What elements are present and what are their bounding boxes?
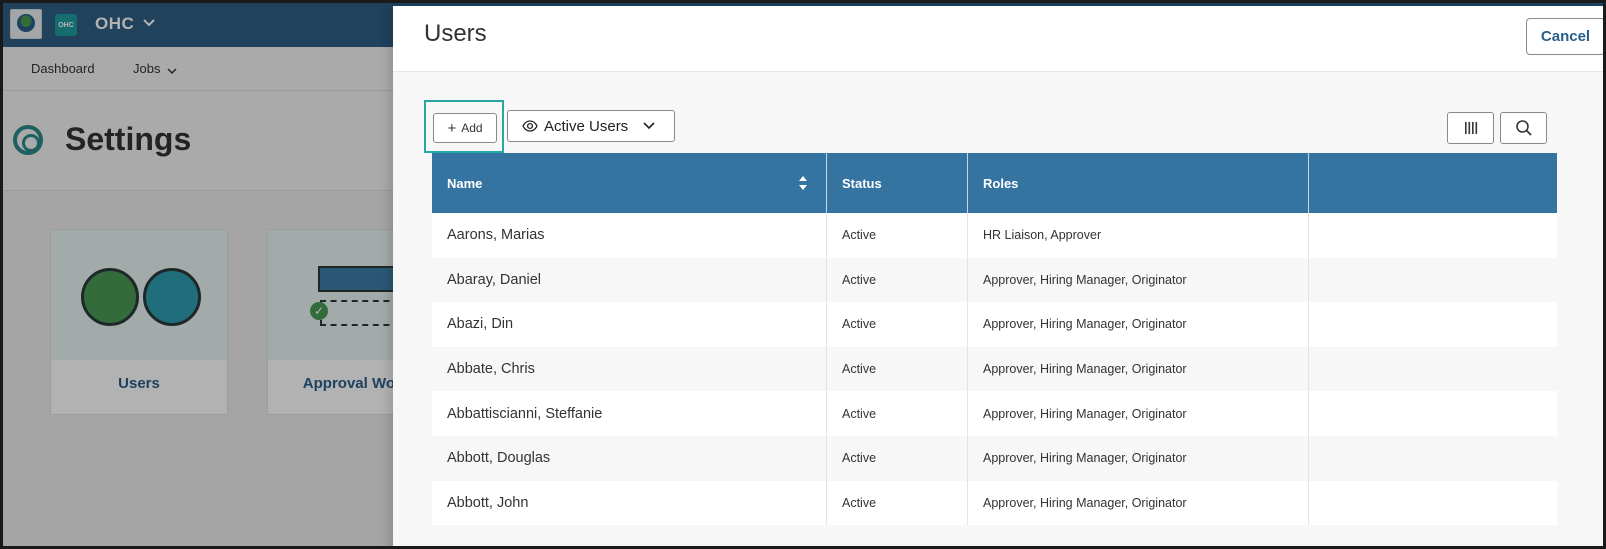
cell-status: Active xyxy=(827,435,968,481)
table-row[interactable]: Abaray, Daniel Active Approver, Hiring M… xyxy=(432,257,1557,303)
table-row[interactable]: Aarons, Marias Active HR Liaison, Approv… xyxy=(432,213,1557,258)
cell-empty xyxy=(1309,302,1557,347)
plus-icon: + xyxy=(447,119,457,137)
panel-title: Users xyxy=(424,20,487,47)
cell-name: Aarons, Marias xyxy=(432,213,827,258)
search-icon xyxy=(1515,120,1532,136)
cell-roles: Approver, Hiring Manager, Originator xyxy=(968,302,1309,347)
cell-empty xyxy=(1309,213,1557,258)
user-filter-dropdown[interactable]: Active Users xyxy=(507,110,675,142)
cell-status: Active xyxy=(827,480,968,526)
users-panel: Users Cancel + Add Active Users Name Sta… xyxy=(393,6,1603,546)
column-header-roles[interactable]: Roles xyxy=(968,153,1309,213)
columns-icon xyxy=(1464,122,1477,134)
cell-name: Abbate, Chris xyxy=(432,346,827,392)
table-row[interactable]: Abbate, Chris Active Approver, Hiring Ma… xyxy=(432,346,1557,392)
columns-button[interactable] xyxy=(1447,112,1494,144)
cell-roles: Approver, Hiring Manager, Originator xyxy=(968,435,1309,481)
column-header-name[interactable]: Name xyxy=(432,153,827,213)
cell-name: Abbattiscianni, Steffanie xyxy=(432,391,827,436)
table-row[interactable]: Abazi, Din Active Approver, Hiring Manag… xyxy=(432,302,1557,347)
cancel-button[interactable]: Cancel xyxy=(1526,18,1603,55)
cell-name: Abbott, John xyxy=(432,480,827,526)
column-header-status[interactable]: Status xyxy=(827,153,968,213)
cell-roles: HR Liaison, Approver xyxy=(968,213,1309,258)
cell-status: Active xyxy=(827,257,968,303)
cell-roles: Approver, Hiring Manager, Originator xyxy=(968,346,1309,392)
cell-status: Active xyxy=(827,302,968,347)
eye-icon xyxy=(522,120,538,132)
cell-roles: Approver, Hiring Manager, Originator xyxy=(968,257,1309,303)
table-row[interactable]: Abbott, Douglas Active Approver, Hiring … xyxy=(432,435,1557,481)
add-button-highlight: + Add xyxy=(424,100,504,153)
column-header-label: Status xyxy=(842,175,882,191)
search-button[interactable] xyxy=(1500,112,1547,144)
table-header: Name Status Roles xyxy=(432,153,1557,213)
users-table: Name Status Roles Aarons, Marias Active xyxy=(432,153,1557,526)
column-header-empty xyxy=(1309,153,1557,213)
cell-empty xyxy=(1309,258,1557,303)
cell-empty xyxy=(1309,347,1557,392)
cell-status: Active xyxy=(827,391,968,436)
cell-empty xyxy=(1309,436,1557,481)
cell-status: Active xyxy=(827,346,968,392)
cell-name: Abazi, Din xyxy=(432,302,827,347)
cell-roles: Approver, Hiring Manager, Originator xyxy=(968,480,1309,526)
cell-empty xyxy=(1309,391,1557,436)
sort-icon[interactable] xyxy=(798,175,808,191)
panel-header: Users Cancel xyxy=(393,6,1603,72)
screen-frame: OHC OHC Dashboard Jobs Settings Users ✓ … xyxy=(0,0,1606,549)
cell-name: Abaray, Daniel xyxy=(432,257,827,303)
column-header-label: Name xyxy=(447,175,483,191)
chevron-down-icon xyxy=(643,122,655,130)
add-user-button[interactable]: + Add xyxy=(433,113,497,143)
add-button-label: Add xyxy=(461,121,483,135)
filter-label: Active Users xyxy=(544,117,629,135)
cell-status: Active xyxy=(827,213,968,258)
cell-empty xyxy=(1309,481,1557,526)
cell-name: Abbott, Douglas xyxy=(432,435,827,481)
table-row[interactable]: Abbott, John Active Approver, Hiring Man… xyxy=(432,480,1557,526)
table-row[interactable]: Abbattiscianni, Steffanie Active Approve… xyxy=(432,391,1557,436)
cell-roles: Approver, Hiring Manager, Originator xyxy=(968,391,1309,436)
column-header-label: Roles xyxy=(983,175,1019,191)
